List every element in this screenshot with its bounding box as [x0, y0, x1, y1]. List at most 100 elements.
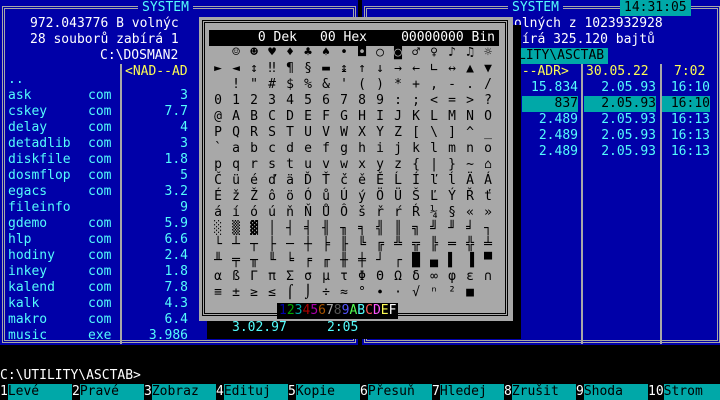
- ascii-cell[interactable]: í: [227, 205, 245, 221]
- ascii-cell[interactable]: Ω: [389, 269, 407, 285]
- ascii-cell[interactable]: č: [335, 173, 353, 189]
- ascii-cell[interactable]: *: [389, 77, 407, 93]
- fkey-2[interactable]: 2Pravé: [72, 384, 144, 400]
- ascii-cell[interactable]: ?: [479, 93, 497, 109]
- ascii-cell[interactable]: X: [353, 125, 371, 141]
- ascii-cell[interactable]: C: [263, 109, 281, 125]
- ascii-cell[interactable]: ĺ: [443, 173, 461, 189]
- ascii-cell[interactable]: »: [479, 205, 497, 221]
- ascii-cell[interactable]: Ú: [335, 189, 353, 205]
- ascii-cell[interactable]: Ť: [317, 173, 335, 189]
- ascii-cell[interactable]: ◄: [227, 61, 245, 77]
- ascii-cell[interactable]: §: [443, 205, 461, 221]
- ascii-cell[interactable]: ╧: [479, 237, 497, 253]
- ascii-cell[interactable]: ▀: [479, 253, 497, 269]
- ascii-cell[interactable]: ╟: [335, 237, 353, 253]
- ascii-cell[interactable]: :: [389, 93, 407, 109]
- ascii-cell[interactable]: $: [281, 77, 299, 93]
- ascii-cell[interactable]: a: [227, 141, 245, 157]
- ascii-cell[interactable]: t: [281, 157, 299, 173]
- ascii-cell[interactable]: F: [317, 109, 335, 125]
- ascii-cell[interactable]: ∟: [425, 61, 443, 77]
- ascii-character-grid[interactable]: ☺ ☻ ♥ ♦ ♣ ♠ • ◘ ○ ◙ ♂ ♀ ♪ ♫ ☼ ► ◄ ↕ ‼ ¶ § ▬ ↨ ↑ ↓ → ← ∟ ↔ ▲ ▼ ! " # $% & '(…: [209, 45, 501, 301]
- ascii-cell[interactable]: ▓: [245, 221, 263, 237]
- ascii-cell[interactable]: P: [209, 125, 227, 141]
- ascii-cell[interactable]: ~: [461, 157, 479, 173]
- ascii-cell[interactable]: ü: [227, 173, 245, 189]
- ascii-cell[interactable]: ╓: [317, 253, 335, 269]
- ascii-cell[interactable]: ╢: [317, 221, 335, 237]
- ascii-cell[interactable]: ♣: [299, 45, 317, 61]
- ascii-cell[interactable]: w: [335, 157, 353, 173]
- ascii-cell[interactable]: \: [425, 125, 443, 141]
- fkey-4[interactable]: 4Edituj: [216, 384, 288, 400]
- ascii-cell[interactable]: ☻: [245, 45, 263, 61]
- ascii-cell[interactable]: ╡: [299, 221, 317, 237]
- ascii-cell[interactable]: ): [371, 77, 389, 93]
- left-path[interactable]: C:\DOSMAN2: [100, 48, 179, 64]
- ascii-cell[interactable]: O: [479, 109, 497, 125]
- ascii-cell[interactable]: ²: [443, 285, 461, 301]
- ascii-cell[interactable]: Ö: [371, 189, 389, 205]
- ascii-cell[interactable]: Ľ: [425, 189, 443, 205]
- ascii-cell[interactable]: .: [461, 77, 479, 93]
- ascii-cell[interactable]: ‼: [263, 61, 281, 77]
- ascii-cell[interactable]: ▒: [227, 221, 245, 237]
- ascii-cell[interactable]: v: [317, 157, 335, 173]
- ascii-cell[interactable]: Ř: [461, 189, 479, 205]
- ascii-cell[interactable]: ▌: [443, 253, 461, 269]
- ascii-cell[interactable]: ⁿ: [425, 285, 443, 301]
- ascii-cell[interactable]: T: [281, 125, 299, 141]
- ascii-cell[interactable]: Ů: [317, 205, 335, 221]
- ascii-cell[interactable]: ☼: [479, 45, 497, 61]
- ascii-cell[interactable]: R: [245, 125, 263, 141]
- ascii-cell[interactable]: ┤: [281, 221, 299, 237]
- ascii-cell[interactable]: Ý: [443, 189, 461, 205]
- right-path[interactable]: LITY\ASCTAB: [514, 48, 609, 64]
- ascii-cell[interactable]: ╪: [353, 253, 371, 269]
- fkey-5[interactable]: 5Kopie: [288, 384, 360, 400]
- ascii-cell[interactable]: Š: [407, 189, 425, 205]
- ascii-cell[interactable]: ♠: [317, 45, 335, 61]
- ascii-cell[interactable]: α: [209, 269, 227, 285]
- ascii-cell[interactable]: ú: [263, 205, 281, 221]
- ascii-cell[interactable]: ⌠: [281, 285, 299, 301]
- ascii-cell[interactable]: ╠: [425, 237, 443, 253]
- ascii-cell[interactable]: ┬: [245, 237, 263, 253]
- ascii-cell[interactable]: Z: [389, 125, 407, 141]
- ascii-cell[interactable]: ░: [209, 221, 227, 237]
- ascii-cell[interactable]: ↕: [245, 61, 263, 77]
- ascii-cell[interactable]: ": [245, 77, 263, 93]
- ascii-cell[interactable]: ♪: [443, 45, 461, 61]
- ascii-cell[interactable]: ä: [281, 173, 299, 189]
- ascii-cell[interactable]: ∞: [425, 269, 443, 285]
- ascii-cell[interactable]: ╗: [407, 221, 425, 237]
- ascii-cell[interactable]: ╚: [353, 237, 371, 253]
- ascii-cell[interactable]: ├: [263, 237, 281, 253]
- ascii-cell[interactable]: |: [425, 157, 443, 173]
- ascii-cell[interactable]: σ: [299, 269, 317, 285]
- fkey-7[interactable]: 7Hledej: [432, 384, 504, 400]
- ascii-cell[interactable]: ¶: [281, 61, 299, 77]
- ascii-cell[interactable]: ╨: [209, 253, 227, 269]
- ascii-cell[interactable]: H: [353, 109, 371, 125]
- ascii-cell[interactable]: ť: [479, 189, 497, 205]
- ascii-cell[interactable]: ┘: [371, 253, 389, 269]
- ascii-cell[interactable]: J: [389, 109, 407, 125]
- ascii-cell[interactable]: ď: [263, 173, 281, 189]
- ascii-cell[interactable]: Á: [479, 173, 497, 189]
- ascii-cell[interactable]: I: [371, 109, 389, 125]
- ascii-cell[interactable]: Ü: [389, 189, 407, 205]
- ascii-cell[interactable]: ╘: [281, 253, 299, 269]
- ascii-cell[interactable]: ↓: [371, 61, 389, 77]
- ascii-cell[interactable]: ↨: [335, 61, 353, 77]
- ascii-cell[interactable]: ╒: [299, 253, 317, 269]
- ascii-cell[interactable]: É: [209, 189, 227, 205]
- ascii-cell[interactable]: •: [335, 45, 353, 61]
- ascii-cell[interactable]: 0: [209, 93, 227, 109]
- ascii-cell[interactable]: S: [263, 125, 281, 141]
- ascii-cell[interactable]: ≤: [263, 285, 281, 301]
- ascii-cell[interactable]: ↔: [443, 61, 461, 77]
- ascii-cell[interactable]: `: [209, 141, 227, 157]
- ascii-cell[interactable]: ▐: [461, 253, 479, 269]
